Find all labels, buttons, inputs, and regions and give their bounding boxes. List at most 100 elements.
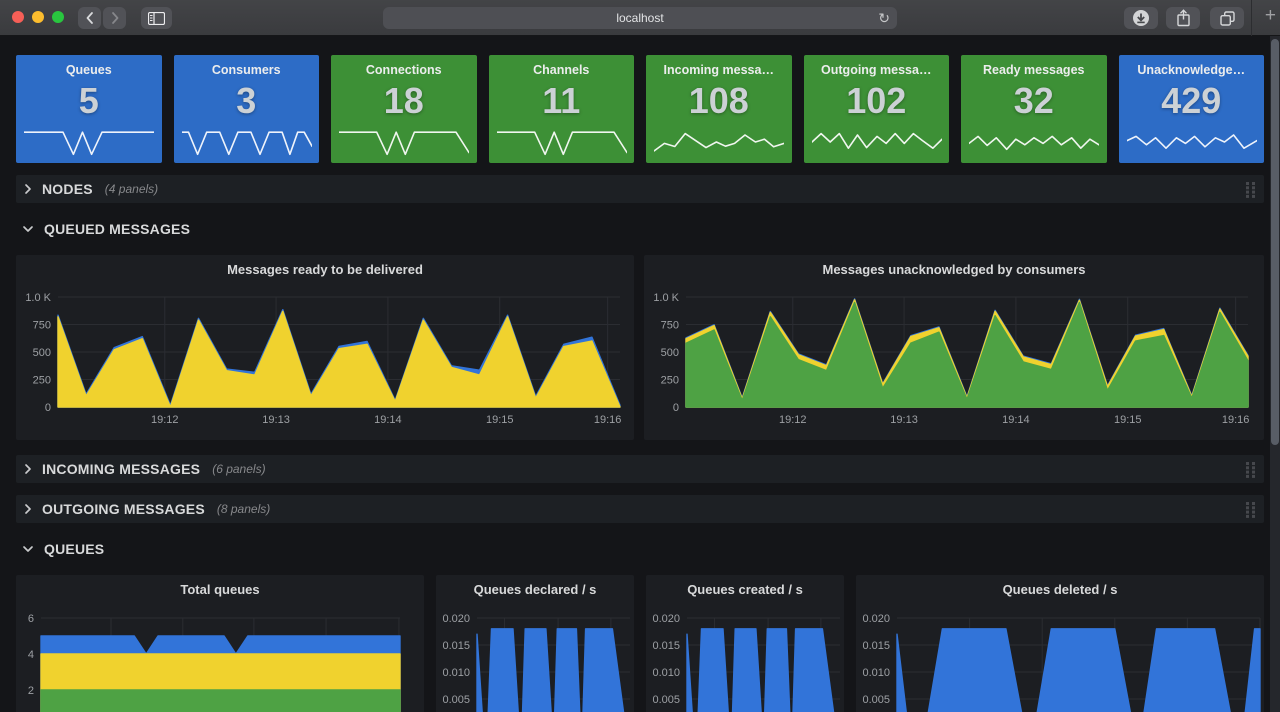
svg-text:19:12: 19:12 — [151, 414, 179, 426]
sparkline — [969, 125, 1099, 159]
svg-text:0.015: 0.015 — [442, 640, 470, 652]
chart-canvas: 1.0 K750500250019:1219:1319:1419:1519:16 — [644, 255, 1264, 440]
stat-value: 18 — [331, 81, 477, 121]
browser-window: localhost ↻ + — [0, 0, 1280, 712]
sparkline — [1127, 125, 1257, 159]
svg-text:750: 750 — [661, 320, 679, 332]
stat-value: 3 — [174, 81, 320, 121]
sparkline — [339, 125, 469, 159]
minimize-window-button[interactable] — [32, 11, 44, 23]
chevron-down-icon — [22, 225, 34, 233]
drag-handle-icon — [1245, 501, 1256, 518]
stat-value: 5 — [16, 81, 162, 121]
panel-messages-ready[interactable]: Messages ready to be delivered 1.0 K7505… — [16, 255, 634, 440]
browser-toolbar: localhost ↻ + — [0, 0, 1280, 36]
row-panel-count: (4 panels) — [105, 182, 158, 196]
sidebar-toggle-button[interactable] — [141, 7, 172, 29]
sidebar-icon — [148, 12, 165, 25]
stat-card-outgoing-messages[interactable]: Outgoing messa… 102 — [804, 55, 950, 163]
stat-title: Outgoing messa… — [804, 63, 950, 77]
download-icon — [1132, 9, 1150, 27]
forward-button[interactable] — [103, 7, 126, 29]
svg-text:19:16: 19:16 — [594, 414, 622, 426]
row-title: QUEUED MESSAGES — [44, 221, 190, 237]
share-icon — [1176, 9, 1191, 27]
row-panel-count: (6 panels) — [212, 462, 265, 476]
scrollbar-thumb[interactable] — [1271, 39, 1279, 445]
svg-text:250: 250 — [661, 375, 679, 387]
row-title: NODES — [42, 181, 93, 197]
zoom-window-button[interactable] — [52, 11, 64, 23]
panel-messages-unacknowledged[interactable]: Messages unacknowledged by consumers 1.0… — [644, 255, 1264, 440]
panel-queues-deleted[interactable]: Queues deleted / s 0.0200.0150.0100.005 — [856, 575, 1264, 712]
svg-text:0.010: 0.010 — [442, 667, 470, 679]
stat-title: Incoming messa… — [646, 63, 792, 77]
panel-queues-created[interactable]: Queues created / s 0.0200.0150.0100.005 — [646, 575, 844, 712]
stat-value: 108 — [646, 81, 792, 121]
svg-text:19:15: 19:15 — [486, 414, 514, 426]
chart-canvas: 1.0 K750500250019:1219:1319:1419:1519:16 — [16, 255, 634, 440]
svg-text:6: 6 — [28, 613, 34, 625]
svg-text:1.0 K: 1.0 K — [25, 292, 51, 304]
row-title: INCOMING MESSAGES — [42, 461, 200, 477]
address-bar[interactable]: localhost ↻ — [383, 7, 897, 29]
reload-icon[interactable]: ↻ — [878, 8, 890, 28]
row-queued-messages[interactable]: QUEUED MESSAGES — [16, 215, 1264, 243]
stat-title: Connections — [331, 63, 477, 77]
stat-card-consumers[interactable]: Consumers 3 — [174, 55, 320, 163]
svg-text:0.010: 0.010 — [862, 667, 890, 679]
tab-overview-button[interactable] — [1210, 7, 1244, 29]
svg-text:250: 250 — [33, 375, 51, 387]
svg-text:1.0 K: 1.0 K — [653, 292, 679, 304]
chevron-right-icon — [24, 503, 32, 515]
stat-card-queues[interactable]: Queues 5 — [16, 55, 162, 163]
stat-card-channels[interactable]: Channels 11 — [489, 55, 635, 163]
row-drag-handle[interactable] — [1245, 181, 1256, 198]
svg-text:0.015: 0.015 — [862, 640, 890, 652]
stat-title: Channels — [489, 63, 635, 77]
close-window-button[interactable] — [12, 11, 24, 23]
row-outgoing-messages[interactable]: OUTGOING MESSAGES (8 panels) — [16, 495, 1264, 523]
downloads-button[interactable] — [1124, 7, 1158, 29]
svg-text:19:16: 19:16 — [1222, 414, 1250, 426]
panel-queues-declared[interactable]: Queues declared / s 0.0200.0150.0100.005 — [436, 575, 634, 712]
row-drag-handle[interactable] — [1245, 501, 1256, 518]
svg-text:500: 500 — [33, 347, 51, 359]
chart-canvas: 0.0200.0150.0100.005 — [436, 575, 634, 712]
sparkline — [182, 125, 312, 159]
back-button[interactable] — [78, 7, 101, 29]
row-panel-count: (8 panels) — [217, 502, 270, 516]
svg-text:19:13: 19:13 — [890, 414, 918, 426]
row-incoming-messages[interactable]: INCOMING MESSAGES (6 panels) — [16, 455, 1264, 483]
drag-handle-icon — [1245, 461, 1256, 478]
chevron-right-icon — [24, 183, 32, 195]
svg-text:0.020: 0.020 — [442, 613, 470, 625]
chevron-right-icon — [24, 463, 32, 475]
scrollbar-track[interactable] — [1270, 36, 1280, 712]
stat-cards-row: Queues 5 Consumers 3 Connections 18 Chan… — [16, 55, 1264, 163]
svg-text:0: 0 — [673, 402, 679, 414]
new-tab-button[interactable]: + — [1265, 5, 1276, 27]
stat-card-incoming-messages[interactable]: Incoming messa… 108 — [646, 55, 792, 163]
row-nodes[interactable]: NODES (4 panels) — [16, 175, 1264, 203]
stat-value: 429 — [1119, 81, 1265, 121]
stat-title: Unacknowledge… — [1119, 63, 1265, 77]
stat-card-unacknowledged[interactable]: Unacknowledge… 429 — [1119, 55, 1265, 163]
chart-canvas: 0.0200.0150.0100.005 — [646, 575, 844, 712]
grafana-dashboard: Queues 5 Consumers 3 Connections 18 Chan… — [0, 36, 1270, 712]
stat-card-connections[interactable]: Connections 18 — [331, 55, 477, 163]
panel-total-queues[interactable]: Total queues 642 — [16, 575, 424, 712]
svg-text:0.010: 0.010 — [652, 667, 680, 679]
chart-canvas: 642 — [16, 575, 424, 712]
row-drag-handle[interactable] — [1245, 461, 1256, 478]
svg-text:19:14: 19:14 — [374, 414, 402, 426]
svg-text:19:14: 19:14 — [1002, 414, 1030, 426]
stat-value: 11 — [489, 81, 635, 121]
svg-text:0.005: 0.005 — [862, 694, 890, 706]
row-queues[interactable]: QUEUES — [16, 535, 1264, 563]
svg-text:0: 0 — [45, 402, 51, 414]
svg-text:0.020: 0.020 — [652, 613, 680, 625]
share-button[interactable] — [1166, 7, 1200, 29]
stat-card-ready-messages[interactable]: Ready messages 32 — [961, 55, 1107, 163]
svg-text:0.020: 0.020 — [862, 613, 890, 625]
